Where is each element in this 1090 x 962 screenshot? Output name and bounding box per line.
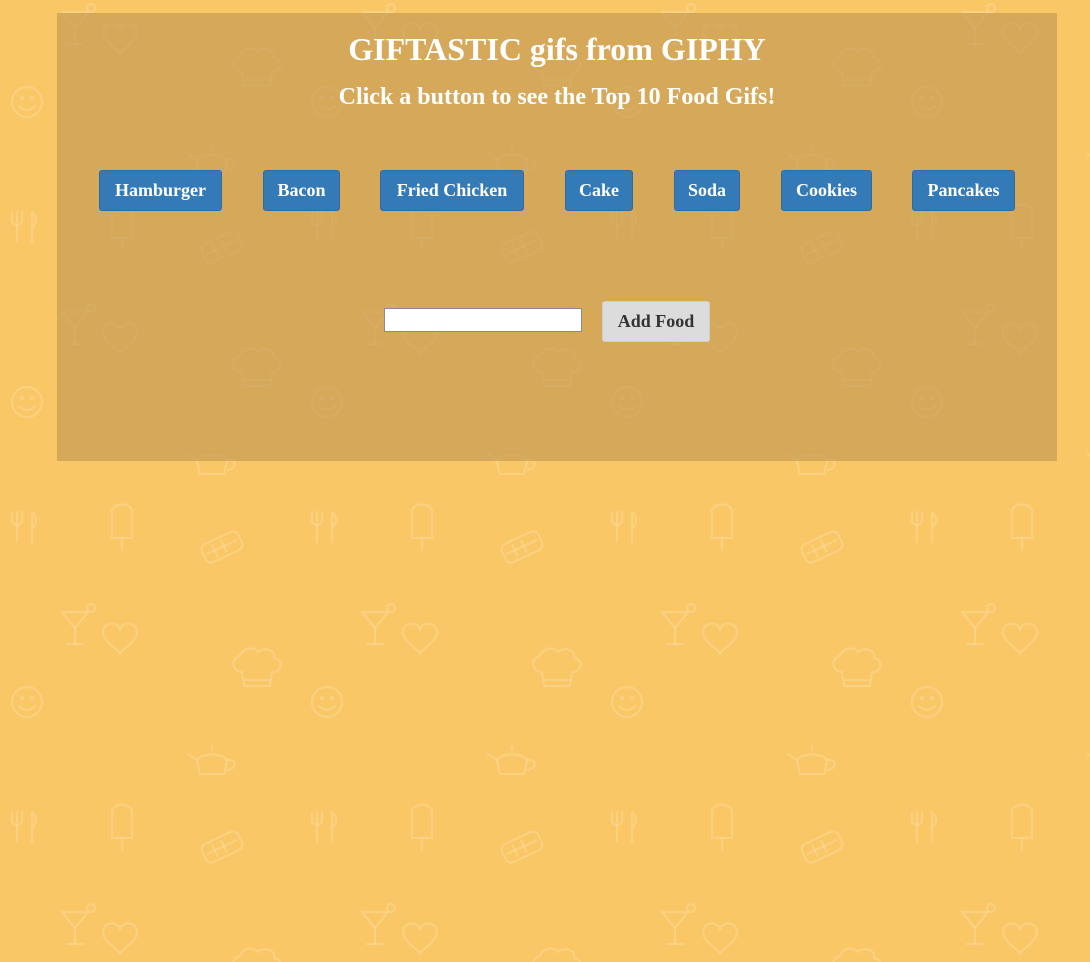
food-button-cookies[interactable]: Cookies — [781, 170, 872, 211]
food-input[interactable] — [384, 308, 582, 332]
food-button-cake[interactable]: Cake — [565, 170, 633, 211]
food-button-fried-chicken[interactable]: Fried Chicken — [380, 170, 524, 211]
page-title: GIFTASTIC gifs from GIPHY — [348, 31, 766, 67]
food-button-hamburger[interactable]: Hamburger — [99, 170, 222, 211]
food-button-soda[interactable]: Soda — [674, 170, 740, 211]
food-button-pancakes[interactable]: Pancakes — [912, 170, 1015, 211]
add-food-button[interactable]: Add Food — [602, 301, 710, 342]
main-panel: GIFTASTIC gifs from GIPHY Click a button… — [57, 13, 1057, 461]
page-subtitle: Click a button to see the Top 10 Food Gi… — [338, 84, 776, 110]
food-button-bacon[interactable]: Bacon — [263, 170, 340, 211]
